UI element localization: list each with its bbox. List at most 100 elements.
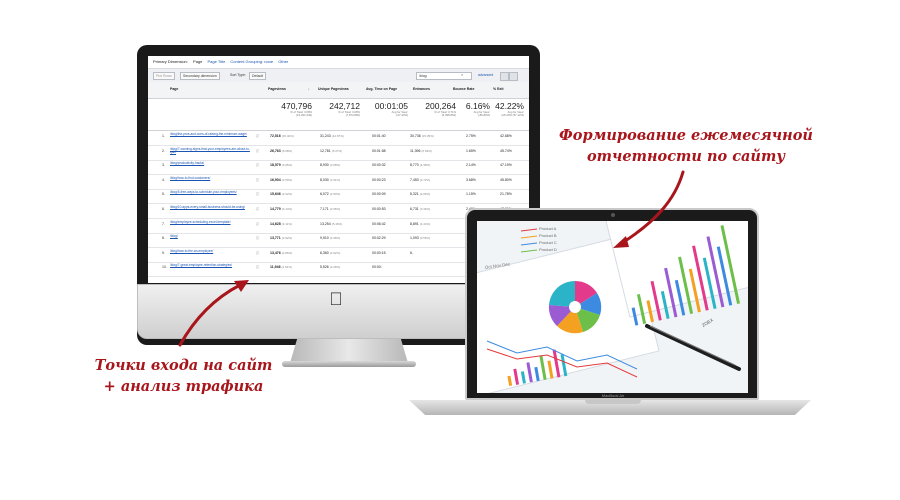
bounce-rate-value: 1.15% <box>466 192 476 197</box>
page-link[interactable]: /blog/how-to-fire-an-employee/ <box>170 249 250 254</box>
open-page-icon[interactable]: ◰ <box>256 207 259 211</box>
avg-time-value: 00:01:40 <box>372 134 386 138</box>
open-page-icon[interactable]: ◰ <box>256 222 259 226</box>
total-exit: 42.22% Avg for View: (26.30% (57.12%) <box>495 101 524 118</box>
total-avg-time: 00:01:05 Avg for View: (-67.40%) <box>374 101 408 118</box>
annotation-reporting-line-1: Формирование ежемесячной <box>559 127 813 144</box>
page-link[interactable]: /blog/productivity-hacks/ <box>170 161 250 166</box>
unique-pageviews-value: 7,171 <box>320 207 329 211</box>
exit-value: 45.80% <box>500 177 512 182</box>
entrances-value: 6, <box>410 250 413 255</box>
page-link[interactable]: /blog/5-free-ways-to-schedule-your-emplo… <box>170 191 250 195</box>
secondary-dimension-select[interactable]: Secondary dimension <box>180 72 220 80</box>
sort-type-select[interactable]: Default <box>249 72 267 80</box>
unique-pageviews-value: 8,030 <box>320 177 329 182</box>
exit-value: 21.78% <box>500 192 512 197</box>
legend-product-d: Product D <box>539 247 557 252</box>
page-link[interactable]: /blog/7-great-employee-retention-strateg… <box>170 264 250 268</box>
dimension-option-other[interactable]: Other <box>278 59 288 64</box>
column-header-exit[interactable]: % Exit <box>493 87 504 91</box>
table-header: Page Pageviews ↓ Unique Pageviews Avg. T… <box>148 82 529 99</box>
macbook-screen: Product A Product B Product C Product D … <box>477 221 748 393</box>
table-row[interactable]: 3. /blog/productivity-hacks/ ◰ 18,579 (3.95… <box>148 160 529 176</box>
pageviews-percent: (3.95%) <box>281 163 293 168</box>
column-header-entrances[interactable]: Entrances <box>413 87 430 91</box>
entrances-value: 30,736 <box>410 134 421 138</box>
bounce-rate-value: 3.68% <box>466 177 476 182</box>
open-page-icon[interactable]: ◰ <box>256 163 259 167</box>
page-link[interactable]: /blog/7-warning-signs-that-your-employee… <box>170 147 250 156</box>
legend-product-a: Product A <box>539 226 557 231</box>
unique-pageviews-percent: (4.08%) <box>329 236 341 241</box>
avg-time-value: 00:00:23 <box>372 177 386 182</box>
annotation-reporting: Формирование ежемесячной отчетности по с… <box>556 125 816 167</box>
open-page-icon[interactable]: ◰ <box>256 149 259 153</box>
pageviews-value: 13,771 <box>270 236 281 241</box>
pageviews-value: 15,646 <box>270 192 281 197</box>
page-link[interactable]: /blog/employee-scheduling-excel-template… <box>170 220 250 225</box>
entrances-percent: (15.35%) <box>421 134 434 138</box>
bounce-rate-value: 1.65% <box>466 148 476 153</box>
entrances-percent: (0.55%) <box>419 236 431 241</box>
total-unique-pageviews: 242,712% of Total: 3.08% (7,874,860) <box>329 101 360 118</box>
column-header-unique-pageviews[interactable]: Unique Pageviews <box>318 87 349 91</box>
open-page-icon[interactable]: ◰ <box>256 265 259 269</box>
unique-pageviews-value: 13,254 <box>320 221 331 226</box>
dimension-option-content-grouping[interactable]: Content Grouping: none <box>230 59 273 64</box>
bounce-rate-value: 2.14% <box>466 163 476 168</box>
entrances-value: 11,396 <box>410 148 421 153</box>
legend-product-b: Product B <box>539 233 557 238</box>
pageviews-value: 11,946 <box>270 265 281 270</box>
dimension-option-page-title[interactable]: Page Title <box>208 59 226 64</box>
macbook-notch <box>585 400 641 404</box>
unique-pageviews-percent: (2.28%) <box>329 265 341 270</box>
pageviews-value: 14,628 <box>270 221 281 226</box>
unique-pageviews-value: 12,781 <box>320 148 331 153</box>
view-toggle-icon[interactable] <box>500 72 509 81</box>
open-page-icon[interactable]: ◰ <box>256 134 259 138</box>
page-link[interactable]: /blog/ <box>170 234 250 239</box>
open-page-icon[interactable]: ◰ <box>256 236 259 240</box>
open-page-icon[interactable]: ◰ <box>256 178 259 182</box>
row-number: 8. <box>162 236 165 241</box>
sort-type-label: Sort Type: <box>230 73 246 77</box>
column-header-pageviews[interactable]: Pageviews <box>268 87 286 91</box>
column-header-bounce-rate[interactable]: Bounce Rate <box>453 87 474 91</box>
annotation-entry-line-2: + анализ трафика <box>103 378 264 395</box>
unique-pageviews-value: 9,910 <box>320 236 329 241</box>
unique-pageviews-percent: (5.46%) <box>331 221 343 226</box>
search-input[interactable]: /blog <box>416 72 472 80</box>
page-link[interactable]: /blog/how-to-find-customers/ <box>170 176 250 181</box>
sort-arrow-icon: ↓ <box>308 87 310 91</box>
row-number: 2. <box>162 148 165 153</box>
plot-rows-button[interactable]: Plot Rows <box>153 72 175 80</box>
page-link[interactable]: /blog/10-apps-every-small-business-shoul… <box>170 205 250 210</box>
camera-icon <box>611 213 615 217</box>
column-header-page[interactable]: Page <box>170 87 178 91</box>
pageviews-value: 18,579 <box>270 163 281 168</box>
entrances-value: 1,093 <box>410 236 419 241</box>
row-number: 5. <box>162 192 165 197</box>
entrances-percent: (4.38%) <box>419 163 431 168</box>
exit-value: 42.68% <box>500 134 512 138</box>
table-row[interactable]: 2. /blog/7-warning-signs-that-your-employ… <box>148 146 529 161</box>
pageviews-percent: (3.14%) <box>281 207 293 211</box>
advanced-filter-link[interactable]: advanced <box>478 73 493 77</box>
open-page-icon[interactable]: ◰ <box>256 192 259 196</box>
dimension-option-page[interactable]: Page <box>193 59 202 64</box>
grid-view-icon[interactable] <box>509 72 518 81</box>
unique-pageviews-percent: (2.50%) <box>329 192 341 197</box>
row-number: 1. <box>162 134 165 138</box>
unique-pageviews-value: 5,526 <box>320 265 329 270</box>
column-header-avg-time[interactable]: Avg. Time on Page <box>366 87 397 91</box>
table-row[interactable]: 1. /blog/the-pros-and-cons-of-raising-the… <box>148 131 529 146</box>
entrances-percent: (2.66%) <box>419 192 431 197</box>
table-row[interactable]: 5. /blog/5-free-ways-to-schedule-your-emp… <box>148 189 529 205</box>
annotation-entry-line-1: Точки входа на сайт <box>94 357 273 374</box>
open-page-icon[interactable]: ◰ <box>256 251 259 255</box>
search-icon[interactable]: ⌕ <box>461 72 463 77</box>
unique-pageviews-percent: (2.95%) <box>329 207 341 211</box>
pageviews-percent: (3.11%) <box>281 221 292 226</box>
page-link[interactable]: /blog/the-pros-and-cons-of-raising-the-m… <box>170 132 250 137</box>
table-row[interactable]: 4. /blog/how-to-find-customers/ ◰ 16,904 (3… <box>148 175 529 190</box>
